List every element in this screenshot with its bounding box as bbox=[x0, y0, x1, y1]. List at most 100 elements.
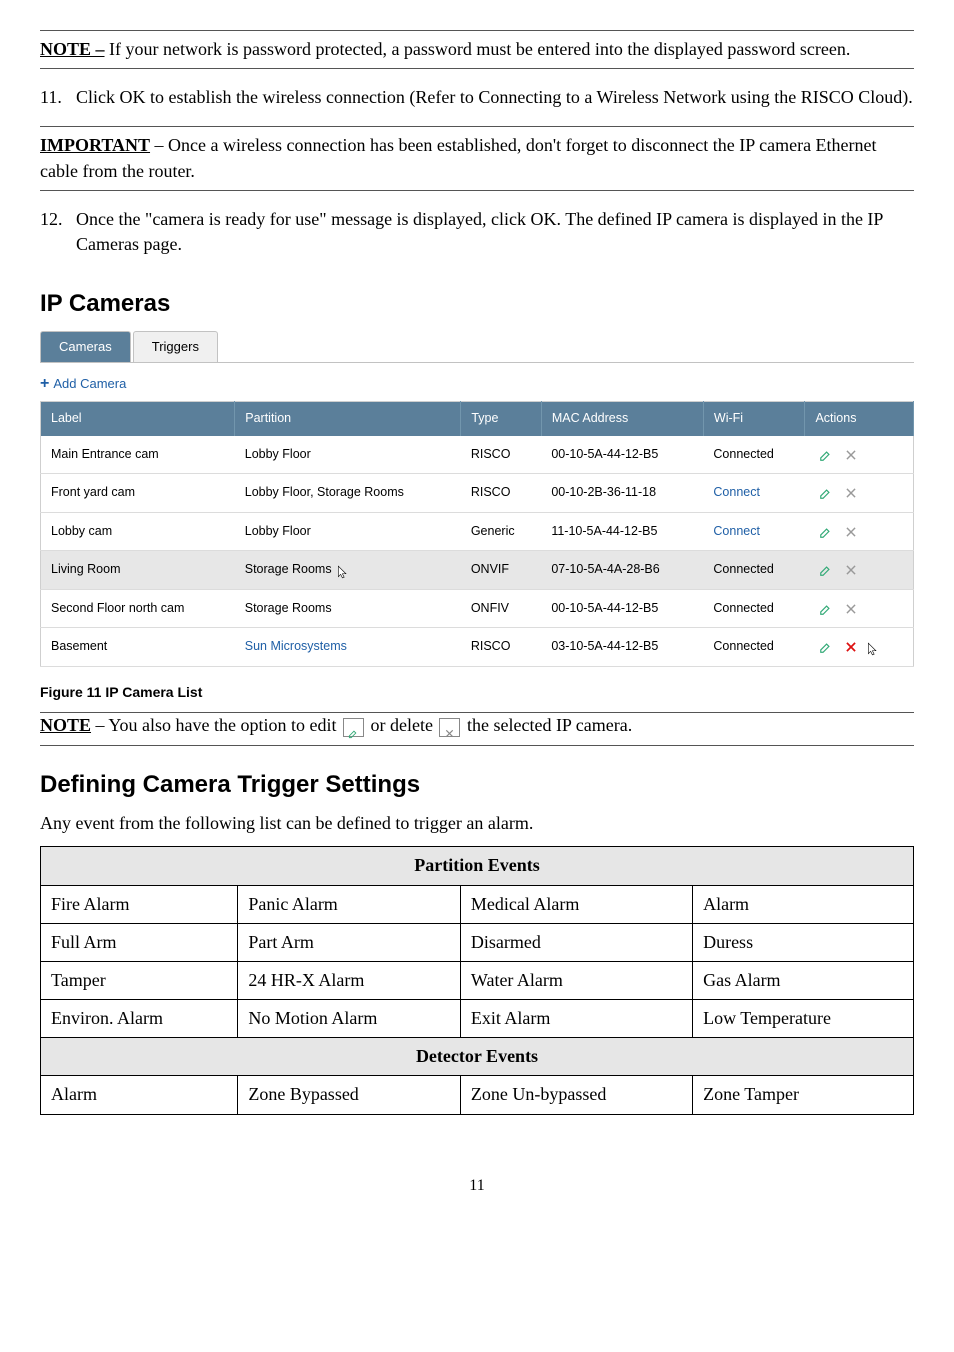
edit-icon[interactable] bbox=[819, 602, 833, 616]
event-cell: Medical Alarm bbox=[460, 885, 692, 923]
table-row[interactable]: Basement Sun Microsystems RISCO 03-10-5A… bbox=[41, 628, 914, 667]
event-cell: Alarm bbox=[41, 1076, 238, 1114]
event-cell: Duress bbox=[693, 923, 914, 961]
important-text: – Once a wireless connection has been es… bbox=[40, 135, 877, 180]
cell-partition: Lobby Floor bbox=[235, 436, 461, 474]
cell-partition: Sun Microsystems bbox=[235, 628, 461, 667]
cell-partition: Storage Rooms bbox=[235, 589, 461, 628]
cell-partition: Lobby Floor bbox=[235, 512, 461, 551]
delete-icon[interactable] bbox=[844, 525, 858, 539]
cell-type: ONVIF bbox=[461, 551, 542, 590]
step-text: Click OK to establish the wireless conne… bbox=[76, 87, 913, 107]
cell-wifi: Connected bbox=[703, 436, 805, 474]
table-row[interactable]: Second Floor north cam Storage Rooms ONF… bbox=[41, 589, 914, 628]
event-cell: Alarm bbox=[693, 885, 914, 923]
cell-actions bbox=[805, 474, 914, 513]
edit-icon-inline bbox=[343, 718, 364, 737]
table-row: AlarmZone BypassedZone Un-bypassedZone T… bbox=[41, 1076, 914, 1114]
cell-label: Front yard cam bbox=[41, 474, 235, 513]
note-text: If your network is password protected, a… bbox=[105, 39, 851, 59]
col-mac: MAC Address bbox=[541, 402, 703, 436]
table-row[interactable]: Lobby cam Lobby Floor Generic 11-10-5A-4… bbox=[41, 512, 914, 551]
cell-mac: 00-10-5A-44-12-B5 bbox=[541, 436, 703, 474]
delete-icon[interactable] bbox=[844, 486, 858, 500]
note-label: NOTE – bbox=[40, 39, 105, 59]
delete-icon[interactable] bbox=[844, 602, 858, 616]
cursor-icon bbox=[866, 642, 880, 656]
table-row[interactable]: Front yard cam Lobby Floor, Storage Room… bbox=[41, 474, 914, 513]
delete-icon[interactable] bbox=[844, 640, 858, 654]
event-cell: Full Arm bbox=[41, 923, 238, 961]
table-row: Full ArmPart ArmDisarmedDuress bbox=[41, 923, 914, 961]
table-row[interactable]: Main Entrance cam Lobby Floor RISCO 00-1… bbox=[41, 436, 914, 474]
edit-icon[interactable] bbox=[819, 448, 833, 462]
event-cell: Part Arm bbox=[238, 923, 461, 961]
note2-part1: – You also have the option to edit bbox=[91, 715, 341, 735]
cell-type: ONFIV bbox=[461, 589, 542, 628]
partition-events-header: Partition Events bbox=[41, 847, 914, 885]
cell-label: Lobby cam bbox=[41, 512, 235, 551]
table-row: Tamper24 HR-X AlarmWater AlarmGas Alarm bbox=[41, 961, 914, 999]
event-cell: 24 HR-X Alarm bbox=[238, 961, 461, 999]
add-camera-link[interactable]: + Add Camera bbox=[40, 373, 914, 395]
add-camera-label: Add Camera bbox=[53, 375, 126, 393]
note-label: NOTE bbox=[40, 715, 91, 735]
table-row[interactable]: Living Room Storage Rooms ONVIF 07-10-5A… bbox=[41, 551, 914, 590]
important-block: IMPORTANT – Once a wireless connection h… bbox=[40, 127, 914, 189]
delete-icon[interactable] bbox=[844, 563, 858, 577]
col-type: Type bbox=[461, 402, 542, 436]
event-cell: Zone Bypassed bbox=[238, 1076, 461, 1114]
cell-wifi: Connected bbox=[703, 589, 805, 628]
col-label: Label bbox=[41, 402, 235, 436]
tab-cameras[interactable]: Cameras bbox=[40, 331, 131, 362]
note2-part3: the selected IP camera. bbox=[462, 715, 632, 735]
cell-label: Living Room bbox=[41, 551, 235, 590]
trigger-settings-desc: Any event from the following list can be… bbox=[40, 811, 914, 836]
cell-partition: Lobby Floor, Storage Rooms bbox=[235, 474, 461, 513]
detector-events-header: Detector Events bbox=[41, 1038, 914, 1076]
tab-bar: Cameras Triggers bbox=[40, 331, 914, 363]
cell-actions bbox=[805, 589, 914, 628]
figure-caption: Figure 11 IP Camera List bbox=[40, 683, 914, 703]
cell-mac: 00-10-5A-44-12-B5 bbox=[541, 589, 703, 628]
table-row: Fire AlarmPanic AlarmMedical AlarmAlarm bbox=[41, 885, 914, 923]
edit-icon[interactable] bbox=[819, 640, 833, 654]
note2-part2: or delete bbox=[366, 715, 437, 735]
edit-icon[interactable] bbox=[819, 486, 833, 500]
table-row: Environ. AlarmNo Motion AlarmExit AlarmL… bbox=[41, 1000, 914, 1038]
col-actions: Actions bbox=[805, 402, 914, 436]
page-number: 11 bbox=[40, 1175, 914, 1197]
note-edit-delete: NOTE – You also have the option to edit … bbox=[40, 713, 914, 744]
important-label: IMPORTANT bbox=[40, 135, 150, 155]
cell-type: Generic bbox=[461, 512, 542, 551]
cell-label: Basement bbox=[41, 628, 235, 667]
edit-icon[interactable] bbox=[819, 525, 833, 539]
cell-mac: 03-10-5A-44-12-B5 bbox=[541, 628, 703, 667]
step-12: 12. Once the "camera is ready for use" m… bbox=[70, 207, 914, 257]
cell-actions bbox=[805, 436, 914, 474]
cell-actions bbox=[805, 512, 914, 551]
event-cell: Zone Tamper bbox=[693, 1076, 914, 1114]
cell-wifi[interactable]: Connect bbox=[703, 512, 805, 551]
event-cell: Zone Un-bypassed bbox=[460, 1076, 692, 1114]
cell-label: Second Floor north cam bbox=[41, 589, 235, 628]
event-cell: Fire Alarm bbox=[41, 885, 238, 923]
delete-icon-inline bbox=[439, 718, 460, 737]
event-cell: No Motion Alarm bbox=[238, 1000, 461, 1038]
cell-mac: 07-10-5A-4A-28-B6 bbox=[541, 551, 703, 590]
cell-mac: 11-10-5A-44-12-B5 bbox=[541, 512, 703, 551]
event-cell: Panic Alarm bbox=[238, 885, 461, 923]
delete-icon[interactable] bbox=[844, 448, 858, 462]
cell-partition: Storage Rooms bbox=[235, 551, 461, 590]
cell-actions bbox=[805, 551, 914, 590]
trigger-settings-heading: Defining Camera Trigger Settings bbox=[40, 768, 914, 802]
step-number: 12. bbox=[40, 207, 63, 232]
cell-wifi[interactable]: Connect bbox=[703, 474, 805, 513]
cell-type: RISCO bbox=[461, 436, 542, 474]
ip-cameras-heading: IP Cameras bbox=[40, 287, 914, 321]
cell-wifi: Connected bbox=[703, 551, 805, 590]
edit-icon[interactable] bbox=[819, 563, 833, 577]
note-block: NOTE – If your network is password prote… bbox=[40, 31, 914, 68]
tab-triggers[interactable]: Triggers bbox=[133, 331, 218, 362]
event-cell: Low Temperature bbox=[693, 1000, 914, 1038]
